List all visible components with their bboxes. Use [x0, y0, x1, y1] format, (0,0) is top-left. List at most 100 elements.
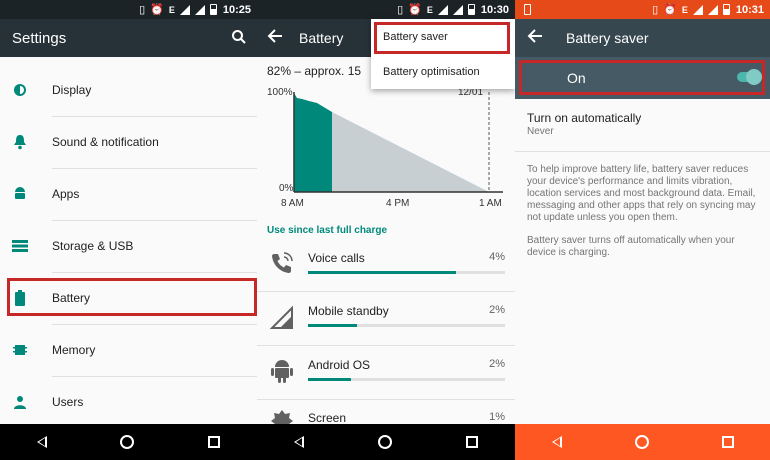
usage-row-voice-calls[interactable]: Voice calls 4% [257, 238, 515, 291]
usage-percent: 2% [489, 304, 505, 316]
usage-bar-track [308, 271, 505, 274]
app-bar: Battery saver [515, 19, 770, 57]
page-title: Battery [299, 30, 344, 46]
usage-label: Android OS [308, 358, 371, 372]
person-icon [10, 392, 30, 412]
settings-item-label: Apps [52, 187, 80, 201]
settings-item-label: Display [52, 83, 92, 97]
usage-label: Voice calls [308, 251, 365, 265]
page-title: Battery saver [566, 30, 649, 46]
vibrate-icon: ▯ [397, 4, 404, 16]
settings-item-memory[interactable]: Memory [0, 324, 257, 376]
signal-icon [437, 4, 448, 15]
network-type: E [168, 4, 175, 15]
alarm-icon: ⏰ [408, 4, 422, 16]
signal-icon [692, 4, 703, 15]
usage-percent: 1% [489, 411, 505, 423]
battery-status-icon [467, 4, 475, 15]
battery-summary: 82% – approx. 15 [267, 64, 362, 78]
settings-item-label: Storage & USB [52, 239, 134, 253]
settings-item-label: Sound & notification [52, 135, 159, 149]
setting-title: Turn on automatically [527, 111, 642, 125]
section-header: Use since last full charge [267, 225, 388, 236]
usage-row-mobile-standby[interactable]: Mobile standby 2% [257, 291, 515, 345]
back-arrow-icon[interactable] [527, 28, 543, 48]
highlight-box [7, 278, 257, 316]
phone-icon [270, 251, 294, 280]
clock: 10:31 [735, 3, 764, 16]
description-text: Battery saver turns off automatically wh… [527, 235, 735, 258]
clock: 10:30 [480, 3, 509, 16]
chart-projection-area [332, 112, 489, 192]
usage-percent: 4% [489, 251, 505, 263]
menu-item-battery-optimisation[interactable]: Battery optimisation [371, 54, 515, 89]
back-icon[interactable] [551, 436, 562, 448]
signal-icon-2 [194, 4, 205, 15]
recents-icon[interactable] [721, 436, 734, 448]
settings-item-storage[interactable]: Storage & USB [0, 220, 257, 272]
status-bar: ▯ ⏰ E 10:31 [515, 0, 770, 19]
app-bar: Settings [0, 19, 257, 57]
usage-row-android-os[interactable]: Android OS 2% [257, 345, 515, 399]
usage-label: Mobile standby [308, 304, 389, 318]
divider [515, 151, 770, 152]
search-icon[interactable] [231, 29, 247, 50]
chart-x-label: 8 AM [281, 198, 304, 209]
nav-bar [0, 424, 257, 460]
usage-bar-track [308, 324, 505, 327]
alarm-icon: ⏰ [150, 4, 164, 16]
signal-icon [269, 305, 294, 335]
usage-label: Screen [308, 411, 347, 425]
page-title: Settings [12, 29, 67, 47]
brightness-icon [10, 80, 30, 100]
settings-item-label: Users [52, 395, 84, 409]
battery-status-icon [722, 4, 730, 15]
battery-history-chart [293, 92, 503, 193]
chart-y-top-label: 100% [267, 87, 293, 98]
settings-item-users[interactable]: Users [0, 376, 257, 428]
bell-icon [10, 132, 30, 152]
usage-bar-track [308, 378, 505, 381]
settings-item-apps[interactable]: Apps [0, 168, 257, 220]
signal-icon-2 [452, 4, 463, 15]
usage-bar-fill [308, 378, 352, 381]
nav-bar [515, 424, 770, 460]
description-text: To help improve battery life, battery sa… [527, 164, 756, 223]
settings-screen: ▯ ⏰ E 10:25 Settings Display Sound & not… [0, 0, 257, 460]
network-type: E [426, 4, 433, 15]
highlight-box [519, 60, 765, 95]
storage-icon [10, 236, 30, 256]
turn-on-automatically-row[interactable]: Turn on automatically Never [515, 101, 770, 149]
menu-item-label: Battery optimisation [383, 66, 480, 78]
home-icon[interactable] [378, 435, 392, 449]
chart-x-label: 4 PM [386, 198, 410, 209]
setting-value: Never [527, 126, 554, 137]
back-icon[interactable] [294, 436, 304, 448]
android-icon [10, 184, 30, 204]
usage-percent: 2% [489, 358, 505, 370]
usage-bar-fill [308, 324, 358, 327]
chart-y-bottom-label: 0% [279, 183, 294, 194]
clock: 10:25 [222, 3, 251, 16]
network-type: E [681, 4, 688, 15]
signal-icon-2 [707, 4, 718, 15]
chart-used-area [294, 93, 332, 192]
settings-item-display[interactable]: Display [0, 64, 257, 116]
recents-icon[interactable] [466, 436, 478, 448]
home-icon[interactable] [634, 435, 649, 449]
settings-item-sound[interactable]: Sound & notification [0, 116, 257, 168]
nav-bar [257, 424, 515, 460]
battery-saver-status-icon [524, 4, 531, 15]
recents-icon[interactable] [208, 436, 221, 448]
highlight-box [374, 22, 510, 54]
chart-x-label: 1 AM [479, 198, 502, 209]
alarm-icon: ⏰ [663, 4, 677, 16]
back-icon[interactable] [36, 436, 47, 448]
battery-screen: ▯ ⏰ E 10:30 Battery 82% – approx. 15 100… [257, 0, 515, 460]
signal-icon [179, 4, 190, 15]
vibrate-icon: ▯ [139, 4, 146, 16]
battery-status-icon [209, 4, 217, 15]
vibrate-icon: ▯ [652, 4, 659, 16]
home-icon[interactable] [120, 435, 135, 449]
back-arrow-icon[interactable] [267, 28, 283, 48]
